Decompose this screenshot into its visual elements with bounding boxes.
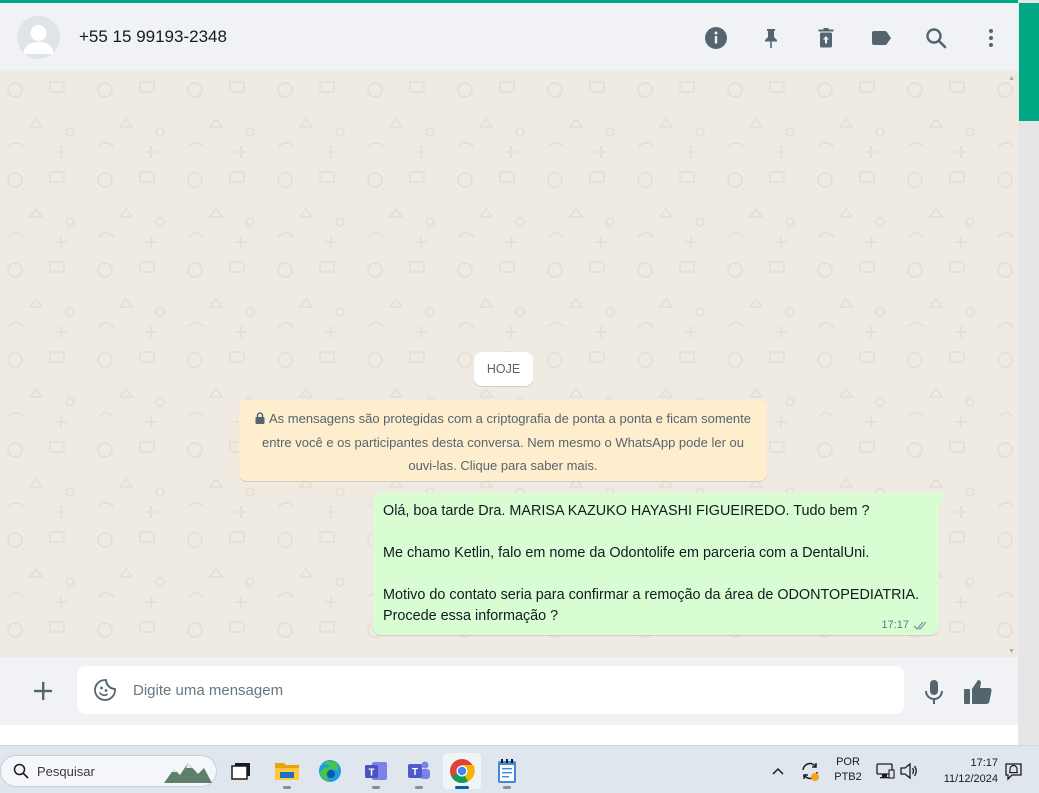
thumbs-up-icon xyxy=(964,680,992,704)
folder-icon xyxy=(275,763,299,780)
show-hidden-icons-button[interactable] xyxy=(768,761,788,781)
pin-icon xyxy=(764,28,777,48)
label-icon xyxy=(871,30,891,45)
date-divider: HOJE xyxy=(474,352,533,386)
network-icon xyxy=(876,763,895,779)
teams-icon: T xyxy=(408,761,430,779)
taskbar-notepad[interactable] xyxy=(488,753,526,789)
app-indicator xyxy=(503,786,511,789)
clock-date: 11/12/2024 xyxy=(943,773,998,785)
message-input-box[interactable] xyxy=(77,666,904,714)
attach-button[interactable] xyxy=(28,676,58,706)
message-tail xyxy=(939,493,947,504)
system-clock[interactable]: 17:17 11/12/2024 xyxy=(928,755,998,787)
app-indicator xyxy=(415,786,423,789)
contact-name[interactable]: +55 15 99193-2348 xyxy=(79,27,227,47)
label-button[interactable] xyxy=(853,18,908,58)
taskbar-chrome[interactable] xyxy=(443,753,481,789)
svg-text:T: T xyxy=(368,768,374,779)
menu-icon xyxy=(988,28,993,47)
microphone-icon xyxy=(925,680,943,704)
delete-button[interactable] xyxy=(798,18,853,58)
message-line: Me chamo Ketlin, falo em nome da Odontol… xyxy=(383,545,870,561)
plus-icon xyxy=(34,682,52,700)
message-line: Olá, boa tarde Dra. MARISA KAZUKO HAYASH… xyxy=(383,503,870,519)
chat-area[interactable]: ▲ ▼ HOJE As mensagens são protegidas com… xyxy=(0,72,1018,657)
voice-message-button[interactable] xyxy=(918,676,950,708)
taskbar-search[interactable]: Pesquisar xyxy=(0,755,217,787)
taskbar-teams[interactable]: T xyxy=(400,753,438,789)
language-code: POR xyxy=(836,756,860,768)
keyboard-layout: PTB2 xyxy=(834,771,862,783)
teams-work-icon: T xyxy=(365,762,387,780)
tray-network[interactable] xyxy=(875,761,895,781)
chat-scroll-up-arrow-icon[interactable]: ▲ xyxy=(1008,75,1015,82)
chat-header[interactable]: +55 15 99193-2348 xyxy=(0,3,1018,72)
edge-browser-icon xyxy=(319,760,341,782)
tray-sync[interactable] xyxy=(798,759,822,783)
whatsapp-window: +55 15 99193-2348 ▲ ▼ HOJE As mensagens … xyxy=(0,0,1018,745)
info-button[interactable] xyxy=(688,18,743,58)
taskbar-edge[interactable] xyxy=(311,753,349,789)
search-highlight-mountain-icon xyxy=(164,763,212,783)
input-language-indicator[interactable]: POR PTB2 xyxy=(830,755,866,785)
encryption-notice-text: As mensagens são protegidas com a cripto… xyxy=(262,411,752,473)
sticker-button[interactable] xyxy=(92,677,118,703)
taskbar-task-view[interactable] xyxy=(222,753,260,789)
composer xyxy=(0,657,1018,725)
task-view-icon xyxy=(231,763,250,780)
page-scrollbar-thumb[interactable] xyxy=(1019,3,1039,121)
message-line: Motivo do contato seria para confirmar a… xyxy=(383,587,920,624)
taskbar-search-label: Pesquisar xyxy=(37,763,95,779)
message-time: 17:17 xyxy=(881,619,909,631)
app-indicator xyxy=(455,786,469,789)
encryption-notice[interactable]: As mensagens são protegidas com a cripto… xyxy=(239,400,767,481)
search-button[interactable] xyxy=(908,18,963,58)
app-indicator xyxy=(283,786,291,789)
top-accent-bar xyxy=(0,0,1039,3)
app-indicator xyxy=(372,786,380,789)
taskbar-file-explorer[interactable] xyxy=(268,753,306,789)
default-avatar-icon xyxy=(17,15,60,59)
notifications-button[interactable] xyxy=(1003,760,1025,782)
delete-icon xyxy=(818,27,833,47)
lock-icon xyxy=(255,408,265,431)
sync-icon xyxy=(802,762,819,781)
taskbar: Pesquisar T T POR PTB2 17:17 11/12/2024 xyxy=(0,745,1039,793)
message-input[interactable] xyxy=(133,681,833,699)
pin-button[interactable] xyxy=(743,18,798,58)
search-icon xyxy=(925,27,946,48)
clock-time: 17:17 xyxy=(970,757,998,769)
outgoing-message[interactable]: Olá, boa tarde Dra. MARISA KAZUKO HAYASH… xyxy=(373,493,939,635)
menu-button[interactable] xyxy=(963,18,1018,58)
tray-volume[interactable] xyxy=(899,761,919,781)
chat-scroll-down-arrow-icon[interactable]: ▼ xyxy=(1008,648,1015,655)
taskbar-teams-work[interactable]: T xyxy=(357,753,395,789)
search-icon xyxy=(13,763,29,779)
notification-bell-icon xyxy=(1005,763,1022,781)
notepad-icon xyxy=(498,759,516,783)
svg-text:T: T xyxy=(412,767,418,778)
page-scrollbar[interactable] xyxy=(1018,0,1039,745)
sticker-icon xyxy=(94,679,116,701)
window-bottom-area xyxy=(0,725,1018,745)
like-button[interactable] xyxy=(961,675,995,709)
avatar[interactable] xyxy=(17,15,60,59)
message-meta: 17:17 xyxy=(881,619,929,631)
chrome-browser-icon xyxy=(450,759,475,784)
chevron-up-icon xyxy=(772,767,784,775)
speaker-icon xyxy=(900,762,917,780)
header-actions xyxy=(688,3,1018,72)
info-icon xyxy=(704,26,727,49)
double-check-icon xyxy=(913,621,927,630)
